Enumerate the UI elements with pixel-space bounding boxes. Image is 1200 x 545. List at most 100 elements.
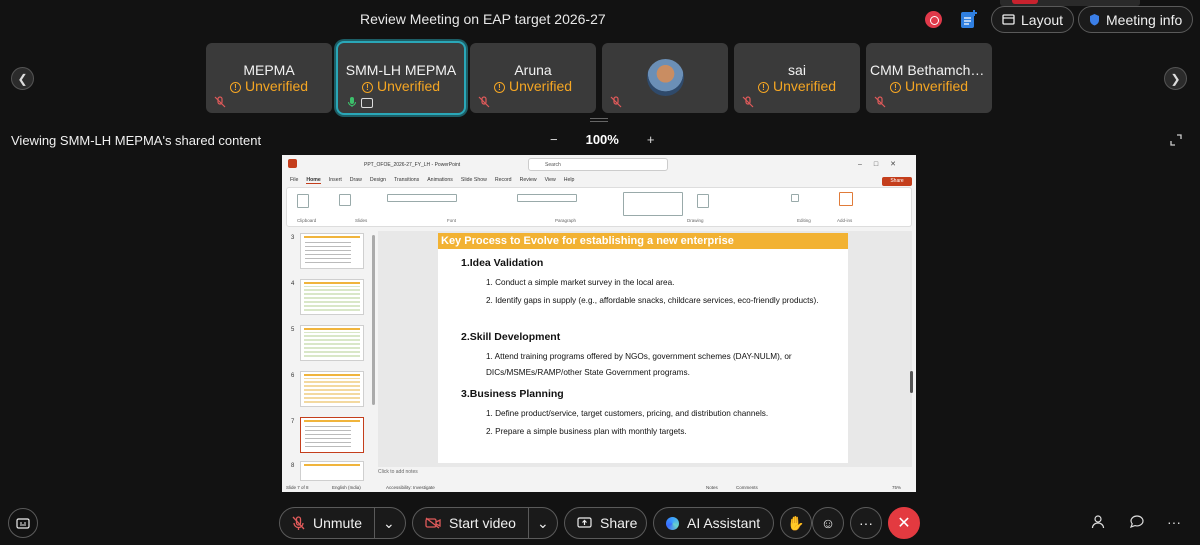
meeting-info-button[interactable]: Meeting info	[1078, 6, 1194, 33]
accessibility-status[interactable]: Accessibility: Investigate	[386, 485, 435, 490]
participant-name: CMM Bethamche...	[870, 62, 990, 78]
participant-tile[interactable]: sai ! Unverified	[734, 43, 860, 113]
participant-tile[interactable]: Aruna ! Unverified	[470, 43, 596, 113]
list-item: 1. Define product/service, target custom…	[486, 409, 769, 418]
slide-thumbnail[interactable]	[300, 233, 364, 269]
comments-toggle[interactable]: Comments	[736, 485, 758, 490]
participants-icon[interactable]	[1090, 514, 1108, 532]
shared-screen[interactable]: PPT_OFOE_2026-27_FY_LH - PowerPoint Sear…	[282, 155, 916, 492]
participant-tile[interactable]	[602, 43, 728, 113]
unmute-control: Unmute ⌄	[279, 507, 406, 539]
expand-icon[interactable]	[1170, 134, 1182, 146]
mic-muted-icon	[478, 96, 490, 108]
notes-placeholder[interactable]: Click to add notes	[378, 469, 418, 475]
thumb-number: 6	[291, 373, 295, 379]
warning-icon: !	[757, 82, 769, 93]
ppt-search[interactable]: Search	[528, 158, 668, 171]
paste-icon[interactable]	[297, 194, 309, 208]
addins-icon[interactable]	[839, 192, 853, 206]
video-options-button[interactable]: ⌄	[529, 508, 557, 538]
ai-assistant-button[interactable]: AI Assistant	[653, 507, 774, 539]
ppt-share-button[interactable]: Share	[882, 177, 912, 186]
shield-icon	[1090, 14, 1099, 26]
start-video-button[interactable]: Start video	[413, 508, 528, 538]
audio-options-button[interactable]: ⌄	[375, 508, 403, 538]
paragraph-icon[interactable]	[517, 194, 577, 202]
ppt-menu-item[interactable]: File	[290, 177, 298, 184]
add-notes-icon[interactable]	[960, 9, 978, 29]
more-options-button[interactable]: ···	[850, 507, 882, 539]
slide[interactable]: Key Process to Evolve for establishing a…	[438, 233, 848, 463]
zoom-controls: − 100% +	[550, 132, 654, 147]
leave-meeting-button[interactable]: ✕	[888, 507, 920, 539]
list-item: 1. Attend training programs offered by N…	[486, 352, 792, 377]
meeting-window: Review Meeting on EAP target 2026-27 Lay…	[0, 0, 1200, 545]
share-button[interactable]: Share	[564, 507, 647, 539]
mic-muted-icon	[610, 96, 622, 108]
ppt-menu-item[interactable]: Record	[495, 177, 512, 184]
ppt-menu-item[interactable]: Draw	[350, 177, 362, 184]
zoom-in-button[interactable]: +	[647, 132, 655, 147]
notes-toggle[interactable]: Notes	[706, 485, 718, 490]
ppt-menu: File Home Insert Draw Design Transitions…	[290, 177, 574, 184]
new-slide-icon[interactable]	[339, 194, 351, 206]
font-box-icon[interactable]	[387, 194, 457, 202]
ppt-menu-item[interactable]: Review	[520, 177, 537, 184]
ppt-menu-item[interactable]: Home	[306, 177, 321, 184]
warning-icon: !	[229, 82, 241, 93]
participant-name: MEPMA	[243, 62, 295, 78]
participant-tile[interactable]: MEPMA ! Unverified	[206, 43, 332, 113]
ppt-menu-item[interactable]: Insert	[329, 177, 342, 184]
thumbnail-scrollbar[interactable]	[372, 235, 375, 405]
unmute-button[interactable]: Unmute	[280, 508, 374, 538]
shapes-gallery-icon[interactable]	[623, 192, 683, 216]
captions-button[interactable]	[8, 508, 38, 538]
find-icon[interactable]	[791, 194, 799, 202]
slide-thumbnails: 3 4 5 6 7 8	[286, 231, 376, 483]
participant-tile[interactable]: CMM Bethamche... ! Unverified	[866, 43, 992, 113]
chat-icon[interactable]	[1128, 514, 1146, 532]
chevron-down-icon: ⌄	[383, 514, 395, 531]
slide-scrollbar[interactable]	[910, 371, 913, 393]
slide-thumbnail[interactable]	[300, 325, 364, 361]
slide-thumbnail[interactable]	[300, 371, 364, 407]
resize-handle[interactable]	[590, 118, 608, 122]
share-screen-icon	[577, 517, 592, 528]
ppt-menu-item[interactable]: View	[545, 177, 556, 184]
ppt-menu-item[interactable]: Design	[370, 177, 386, 184]
next-participants-button[interactable]: ❯	[1164, 67, 1187, 90]
slide-thumbnail[interactable]	[300, 461, 364, 481]
slide-heading: Key Process to Evolve for establishing a…	[438, 233, 848, 249]
ppt-menu-item[interactable]: Slide Show	[461, 177, 487, 184]
layout-label: Layout	[1021, 11, 1064, 28]
ppt-menu-item[interactable]: Transitions	[394, 177, 419, 184]
section-title: 2.Skill Development	[461, 331, 561, 343]
ppt-menu-item[interactable]: Help	[564, 177, 575, 184]
list-item: 2. Prepare a simple business plan with m…	[486, 427, 687, 436]
window-buttons[interactable]: –□✕	[858, 160, 908, 168]
ribbon-group-label: Editing	[797, 218, 811, 223]
zoom-out-button[interactable]: −	[550, 132, 558, 147]
participant-status: Unverified	[376, 78, 441, 94]
ppt-statusbar: Slide 7 of 8 English (India) Accessibili…	[282, 482, 916, 492]
zoom-percent[interactable]: 75%	[892, 485, 901, 490]
share-label: Share	[600, 515, 638, 531]
layout-button[interactable]: Layout	[991, 6, 1075, 33]
slide-thumbnail[interactable]	[300, 279, 364, 315]
more-menu-icon[interactable]: ···	[1165, 514, 1183, 532]
language-status: English (India)	[332, 485, 361, 490]
slide-canvas: Key Process to Evolve for establishing a…	[378, 231, 912, 467]
layout-icon	[1002, 14, 1015, 25]
prev-participants-button[interactable]: ❮	[11, 67, 34, 90]
chevron-right-icon: ❯	[1170, 71, 1181, 86]
raise-hand-button[interactable]: ✋	[780, 507, 812, 539]
slide-thumbnail-selected[interactable]	[300, 417, 364, 453]
arrange-icon[interactable]	[697, 194, 709, 208]
participant-tile-active[interactable]: SMM-LH MEPMA ! Unverified	[338, 43, 464, 113]
ppt-menu-item[interactable]: Animations	[427, 177, 453, 184]
reactions-button[interactable]: ☺	[812, 507, 844, 539]
mic-muted-icon	[874, 96, 886, 108]
ai-assistant-label: AI Assistant	[687, 515, 761, 531]
close-icon: ✕	[897, 515, 911, 532]
recording-icon[interactable]	[925, 11, 942, 28]
